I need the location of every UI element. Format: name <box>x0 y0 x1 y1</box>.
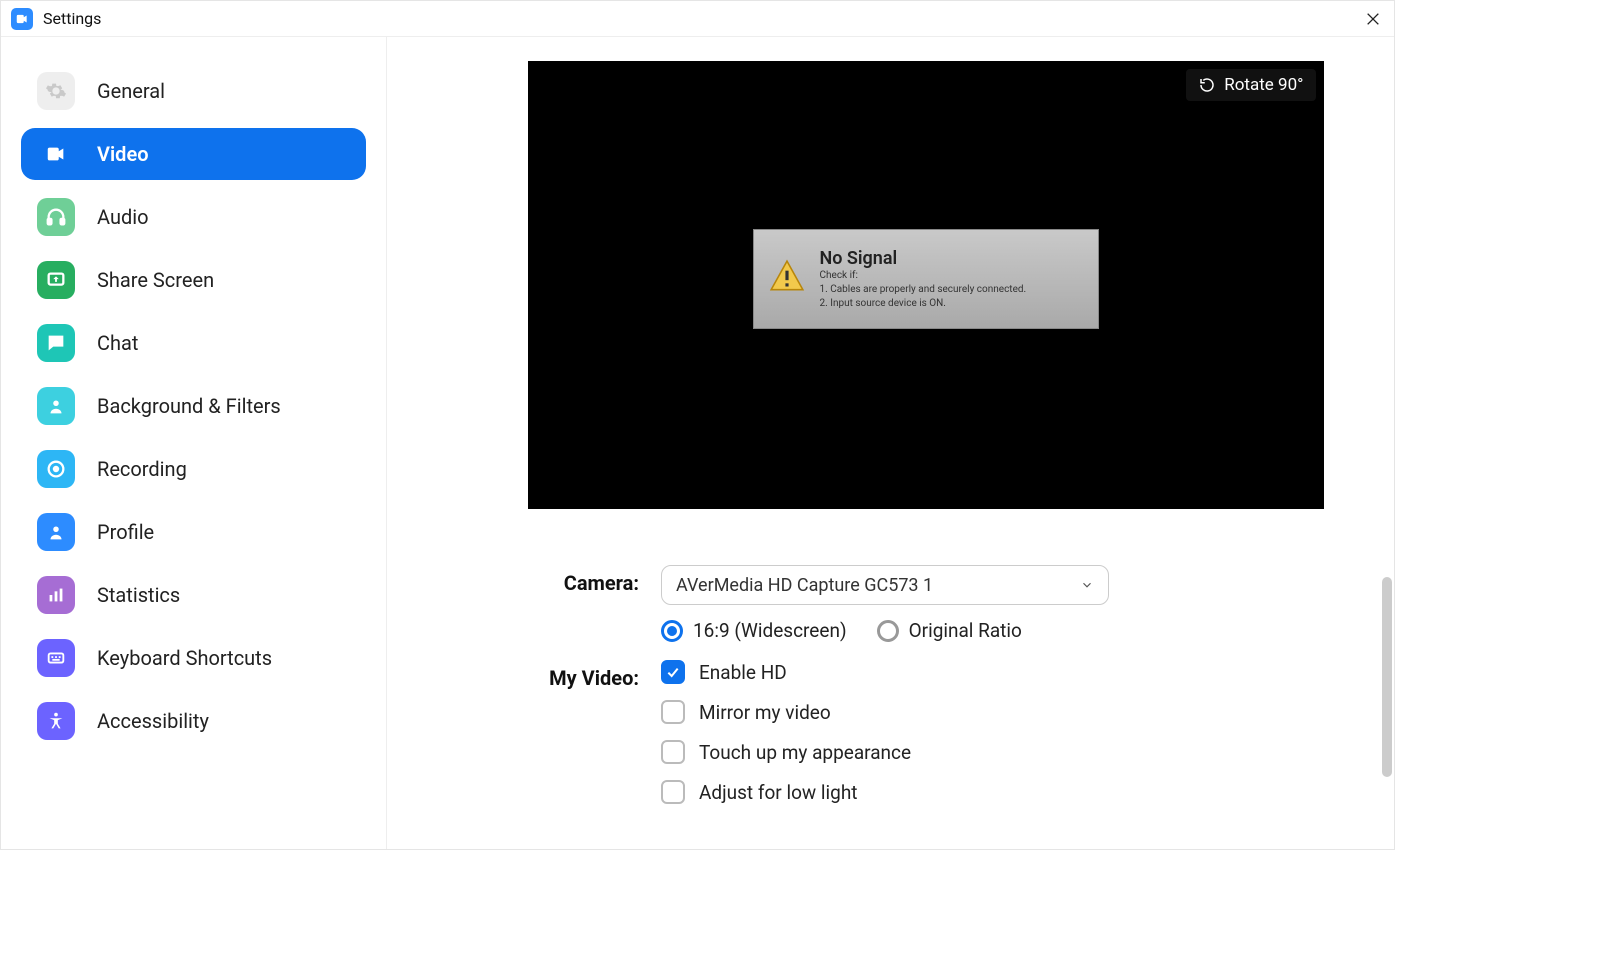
aspect-original-label: Original Ratio <box>909 619 1022 642</box>
camera-select[interactable]: AVerMedia HD Capture GC573 1 <box>661 565 1109 605</box>
sidebar: General Video Audio Share Screen <box>1 37 387 849</box>
sidebar-item-general[interactable]: General <box>21 65 366 117</box>
sidebar-item-label: Profile <box>97 520 154 544</box>
scrollbar-thumb[interactable] <box>1382 577 1392 777</box>
touch-up-checkbox[interactable]: Touch up my appearance <box>661 740 1354 764</box>
titlebar: Settings <box>1 1 1394 37</box>
camera-selected-value: AVerMedia HD Capture GC573 1 <box>676 575 933 596</box>
app-icon <box>11 8 33 30</box>
aspect-16-9-radio[interactable]: 16:9 (Widescreen) <box>661 619 847 642</box>
no-signal-line1: 1. Cables are properly and securely conn… <box>820 283 1027 297</box>
radio-indicator <box>877 620 899 642</box>
sidebar-item-label: General <box>97 79 165 103</box>
rotate-icon <box>1198 76 1216 94</box>
mirror-video-checkbox[interactable]: Mirror my video <box>661 700 1354 724</box>
rotate-90-button[interactable]: Rotate 90° <box>1186 69 1315 101</box>
sidebar-item-label: Chat <box>97 331 138 355</box>
chat-icon <box>37 324 75 362</box>
profile-icon <box>37 513 75 551</box>
no-signal-title: No Signal <box>820 248 1027 269</box>
checkbox-indicator <box>661 740 685 764</box>
main-panel: Rotate 90° No Signal Check if: 1. Cables… <box>387 37 1394 849</box>
person-icon <box>37 387 75 425</box>
warning-icon <box>768 258 806 300</box>
checkbox-indicator <box>661 700 685 724</box>
sidebar-item-recording[interactable]: Recording <box>21 443 366 495</box>
low-light-label: Adjust for low light <box>699 781 858 804</box>
sidebar-item-label: Accessibility <box>97 709 209 733</box>
gear-icon <box>37 72 75 110</box>
no-signal-check: Check if: <box>820 269 1027 283</box>
sidebar-item-background-filters[interactable]: Background & Filters <box>21 380 366 432</box>
rotate-label: Rotate 90° <box>1224 75 1303 95</box>
record-icon <box>37 450 75 488</box>
touch-up-label: Touch up my appearance <box>699 741 911 764</box>
headphones-icon <box>37 198 75 236</box>
camera-label: Camera: <box>521 565 661 595</box>
checkbox-indicator <box>661 660 685 684</box>
my-video-label: My Video: <box>521 660 661 690</box>
scrollbar[interactable] <box>1382 577 1392 807</box>
no-signal-line2: 2. Input source device is ON. <box>820 297 1027 311</box>
video-preview: Rotate 90° No Signal Check if: 1. Cables… <box>528 61 1324 509</box>
close-button[interactable] <box>1362 8 1384 30</box>
radio-indicator <box>661 620 683 642</box>
enable-hd-label: Enable HD <box>699 661 787 684</box>
sidebar-item-label: Background & Filters <box>97 394 281 418</box>
statistics-icon <box>37 576 75 614</box>
mirror-video-label: Mirror my video <box>699 701 831 724</box>
checkbox-indicator <box>661 780 685 804</box>
aspect-original-radio[interactable]: Original Ratio <box>877 619 1022 642</box>
no-signal-box: No Signal Check if: 1. Cables are proper… <box>753 229 1099 329</box>
sidebar-item-label: Recording <box>97 457 187 481</box>
sidebar-item-share-screen[interactable]: Share Screen <box>21 254 366 306</box>
share-screen-icon <box>37 261 75 299</box>
chevron-down-icon <box>1080 578 1094 592</box>
sidebar-item-label: Statistics <box>97 583 180 607</box>
sidebar-item-profile[interactable]: Profile <box>21 506 366 558</box>
sidebar-item-label: Audio <box>97 205 149 229</box>
sidebar-item-accessibility[interactable]: Accessibility <box>21 695 366 747</box>
keyboard-icon <box>37 639 75 677</box>
aspect-16-9-label: 16:9 (Widescreen) <box>693 619 847 642</box>
sidebar-item-keyboard-shortcuts[interactable]: Keyboard Shortcuts <box>21 632 366 684</box>
video-icon <box>37 135 75 173</box>
window-title: Settings <box>43 9 101 28</box>
sidebar-item-audio[interactable]: Audio <box>21 191 366 243</box>
accessibility-icon <box>37 702 75 740</box>
sidebar-item-label: Keyboard Shortcuts <box>97 646 272 670</box>
low-light-checkbox[interactable]: Adjust for low light <box>661 780 1354 804</box>
sidebar-item-label: Video <box>97 142 149 166</box>
sidebar-item-label: Share Screen <box>97 268 214 292</box>
sidebar-item-statistics[interactable]: Statistics <box>21 569 366 621</box>
sidebar-item-chat[interactable]: Chat <box>21 317 366 369</box>
sidebar-item-video[interactable]: Video <box>21 128 366 180</box>
settings-window: Settings General Video <box>0 0 1395 850</box>
enable-hd-checkbox[interactable]: Enable HD <box>661 660 1354 684</box>
